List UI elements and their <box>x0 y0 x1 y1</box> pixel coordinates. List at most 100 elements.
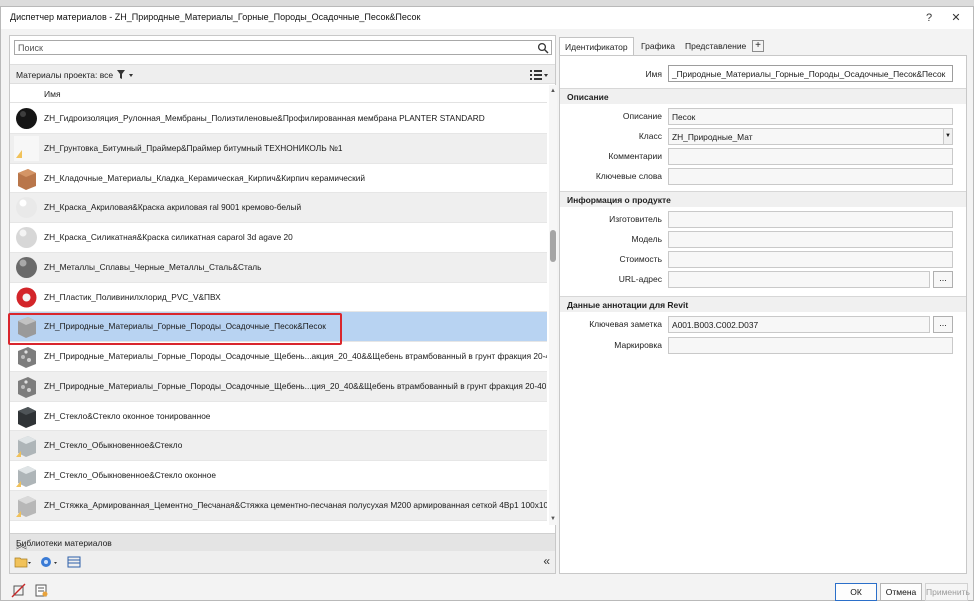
material-thumbnail-icon <box>16 256 37 278</box>
scroll-up-icon[interactable]: ▲ <box>549 87 557 95</box>
material-name: ZH_Грунтовка_Битумный_Праймер&Праймер би… <box>44 142 343 153</box>
search-icon[interactable] <box>537 42 549 54</box>
keynote-field[interactable]: A001.B003.C002.D037 <box>668 316 930 333</box>
product-info-section-title: Информация о продукте <box>567 195 671 205</box>
material-row[interactable]: ZH_Стяжка_Армированная_Цементно_Песчаная… <box>10 490 547 521</box>
description-label: Описание <box>622 111 662 121</box>
material-browser-icon[interactable] <box>34 583 49 598</box>
model-label: Модель <box>631 234 662 244</box>
material-thumbnail-icon <box>16 197 37 219</box>
material-row[interactable]: ZH_Природные_Материалы_Горные_Породы_Оса… <box>10 342 547 372</box>
class-select[interactable]: ZH_Природные_Мат <box>668 128 953 145</box>
material-thumbnail-icon <box>18 317 36 339</box>
keywords-label: Ключевые слова <box>595 171 662 181</box>
tab-identity[interactable]: Идентификатор <box>559 37 634 55</box>
material-row[interactable]: ZH_Стекло&Стекло оконное тонированное <box>10 401 547 432</box>
material-row[interactable]: ZH_Кладочные_Материалы_Кладка_Керамическ… <box>10 163 547 194</box>
add-tab-button[interactable]: + <box>752 40 764 52</box>
material-name: ZH_Стекло_Обыкновенное&Стекло оконное <box>44 470 216 480</box>
material-row[interactable]: ZH_Гидроизоляция_Рулонная_Мембраны_Полиэ… <box>10 104 547 134</box>
properties-tabs: Идентификатор Графика Представление + <box>559 37 967 55</box>
comments-field[interactable] <box>668 148 953 165</box>
material-thumbnail-icon <box>16 287 37 307</box>
ok-button[interactable]: ОК <box>835 583 877 601</box>
material-row[interactable]: ZH_Краска_Силикатная&Краска силикатная c… <box>10 223 547 253</box>
material-name: ZH_Кладочные_Материалы_Кладка_Керамическ… <box>44 172 365 183</box>
material-row[interactable]: ZH_Краска_Акриловая&Краска акриловая ral… <box>10 193 547 223</box>
window-title: Диспетчер материалов - ZH_Природные_Мате… <box>10 12 421 22</box>
keywords-field[interactable] <box>668 168 953 185</box>
collapse-up-icon[interactable]: ︽ <box>16 536 549 552</box>
url-browse-button[interactable]: ... <box>933 271 953 288</box>
manufacturer-field[interactable] <box>668 211 953 228</box>
search-box <box>14 40 552 55</box>
folder-icon[interactable] <box>14 555 32 569</box>
cost-label: Стоимость <box>619 254 662 264</box>
name-field[interactable]: _Природные_Материалы_Горные_Породы_Осадо… <box>668 65 953 82</box>
manufacturer-label: Изготовитель <box>609 214 662 224</box>
materials-panel: Материалы проекта: все Имя ZH_Гидроизоля… <box>9 35 557 574</box>
description-section-title: Описание <box>567 92 609 102</box>
model-field[interactable] <box>668 231 953 248</box>
material-name: ZH_Стекло_Обыкновенное&Стекло <box>44 440 183 451</box>
material-name: ZH_Пластик_Поливинилхлорид_PVC_V&ПВХ <box>44 291 221 302</box>
material-row[interactable]: ZH_Природные_Материалы_Горные_Породы_Оса… <box>10 371 547 402</box>
material-name: ZH_Краска_Силикатная&Краска силикатная c… <box>44 232 293 242</box>
material-thumbnail-icon <box>14 135 39 161</box>
material-row[interactable]: ZH_Пластик_Поливинилхлорид_PVC_V&ПВХ <box>10 282 547 313</box>
project-materials-filter-bar: Материалы проекта: все <box>10 64 555 84</box>
create-material-icon[interactable] <box>40 555 58 569</box>
tab-appearance[interactable]: Представление <box>680 37 751 55</box>
material-name: ZH_Природные_Материалы_Горные_Породы_Оса… <box>44 351 547 361</box>
material-thumbnail-icon <box>16 227 37 248</box>
keynote-browse-button[interactable]: ... <box>933 316 953 333</box>
identity-properties-panel: Имя _Природные_Материалы_Горные_Породы_О… <box>559 55 967 574</box>
filter-icon[interactable] <box>116 69 136 81</box>
close-button[interactable]: ✕ <box>948 10 964 26</box>
materials-list: Имя ZH_Гидроизоляция_Рулонная_Мембраны_П… <box>10 85 547 525</box>
material-row[interactable]: ZH_Стекло_Обыкновенное&Стекло оконное <box>10 461 547 491</box>
material-thumbnail-icon <box>18 376 36 398</box>
material-row[interactable]: ZH_Грунтовка_Битумный_Праймер&Праймер би… <box>10 133 547 164</box>
description-field[interactable]: Песок <box>668 108 953 125</box>
name-label: Имя <box>645 69 662 79</box>
chevron-down-icon[interactable]: ▼ <box>943 129 952 144</box>
product-info-section: Информация о продукте <box>560 191 966 207</box>
list-column-header[interactable]: Имя <box>10 85 547 103</box>
material-thumbnail-icon <box>18 406 36 428</box>
material-name: ZH_Гидроизоляция_Рулонная_Мембраны_Полиэ… <box>44 113 485 123</box>
material-name: ZH_Стекло&Стекло оконное тонированное <box>44 410 211 421</box>
apply-button[interactable]: Применить <box>925 583 970 601</box>
material-row[interactable]: ZH_Стекло_Обыкновенное&Стекло <box>10 431 547 461</box>
material-thumbnail-icon <box>18 347 36 368</box>
scroll-down-icon[interactable]: ▼ <box>549 515 557 523</box>
revit-annotation-section: Данные аннотации для Revit <box>560 296 966 312</box>
url-field[interactable] <box>668 271 930 288</box>
title-bar: Диспетчер материалов - ZH_Природные_Мате… <box>1 7 973 29</box>
keynote-label: Ключевая заметка <box>589 319 662 329</box>
material-name: ZH_Краска_Акриловая&Краска акриловая ral… <box>44 202 302 213</box>
comments-label: Комментарии <box>608 151 662 161</box>
material-thumbnail-icon <box>16 466 36 487</box>
class-label: Класс <box>638 131 662 141</box>
purge-unused-icon[interactable] <box>11 583 26 598</box>
library-toolbar: « <box>10 551 555 573</box>
search-input[interactable] <box>18 41 533 54</box>
material-thumbnail-icon <box>16 495 36 517</box>
scrollbar-thumb[interactable] <box>550 230 556 262</box>
help-button[interactable]: ? <box>921 10 937 26</box>
tab-graphics[interactable]: Графика <box>636 37 680 55</box>
cancel-button[interactable]: Отмена <box>880 583 922 601</box>
cost-field[interactable] <box>668 251 953 268</box>
material-name: ZH_Природные_Материалы_Горные_Породы_Оса… <box>44 380 547 391</box>
mark-field[interactable] <box>668 337 953 354</box>
material-row[interactable]: ZH_Природные_Материалы_Горные_Породы_Оса… <box>10 312 547 342</box>
material-name: ZH_Стяжка_Армированная_Цементно_Песчаная… <box>44 499 547 510</box>
material-row[interactable]: ZH_Металлы_Сплавы_Черные_Металлы_Сталь&С… <box>10 252 547 283</box>
material-thumbnail-icon <box>16 108 37 129</box>
library-panel-icon[interactable] <box>66 555 84 569</box>
view-options-icon[interactable] <box>529 68 549 81</box>
list-scrollbar[interactable]: ▲ ▼ <box>549 85 557 525</box>
material-libraries-header[interactable]: Библиотеки материалов ︽ <box>10 533 555 551</box>
collapse-left-icon[interactable]: « <box>543 554 550 568</box>
